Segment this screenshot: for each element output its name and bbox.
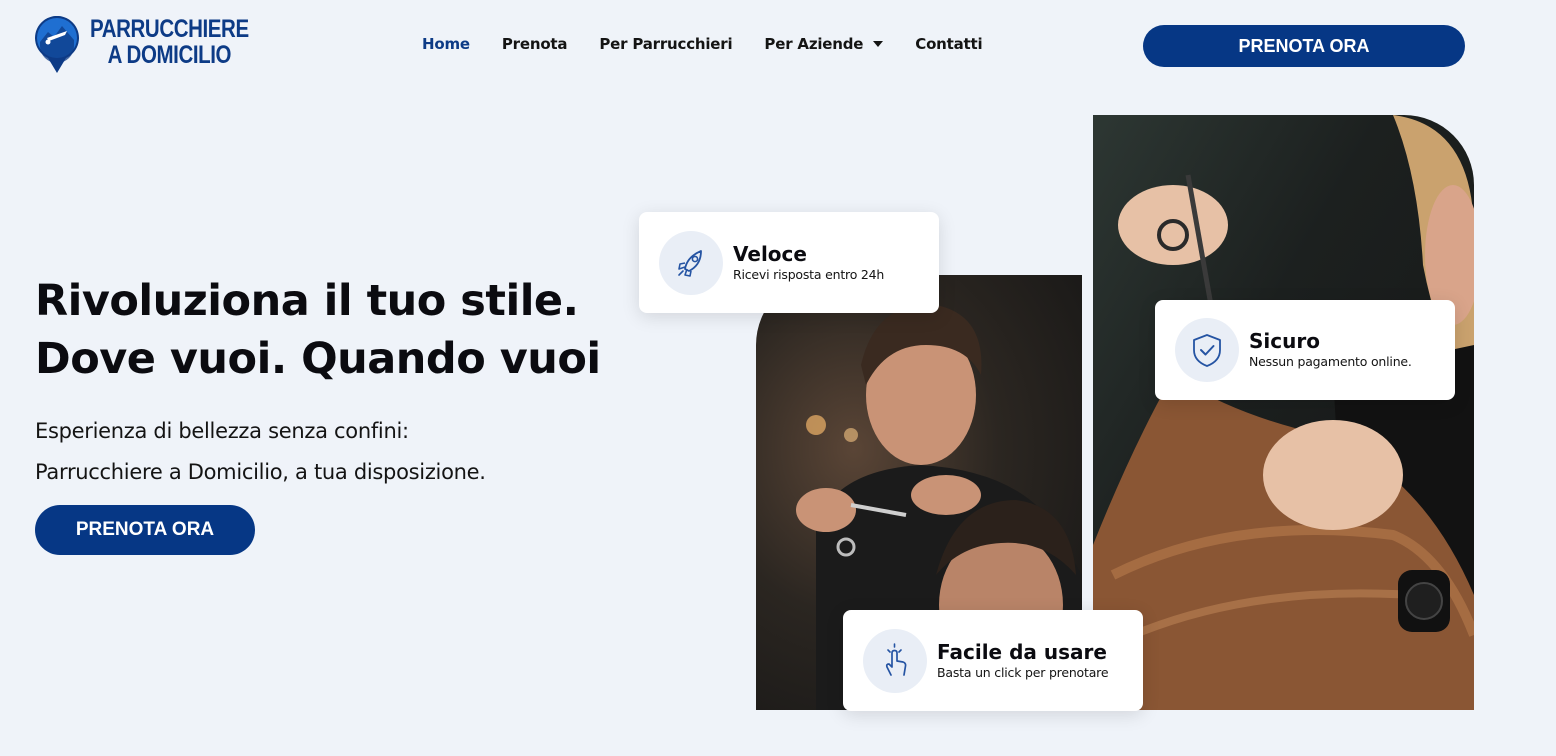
header-book-now-button[interactable]: PRENOTA ORA [1143, 25, 1465, 67]
feature-title: Facile da usare [937, 639, 1107, 664]
hero-subtitle-line-2: Parrucchiere a Domicilio, a tua disposiz… [35, 460, 486, 484]
chevron-down-icon [873, 41, 884, 47]
hero-title-line-1: Rivoluziona il tuo stile. [35, 276, 579, 326]
feature-title: Veloce [733, 241, 807, 266]
hero-title: Rivoluziona il tuo stile. Dove vuoi. Qua… [35, 272, 601, 388]
hero-title-line-2: Dove vuoi. Quando vuoi [35, 334, 601, 384]
feature-description: Ricevi risposta entro 24h [733, 266, 885, 282]
logo-line-2: A DOMICILIO [107, 41, 232, 69]
stylist-cutting-long-hair-photo [1093, 115, 1474, 710]
hand-click-icon [863, 628, 927, 693]
site-logo[interactable]: PARRUCCHIERE A DOMICILIO [34, 16, 284, 74]
feature-card-sicuro: Sicuro Nessun pagamento online. [1155, 300, 1455, 400]
location-pin-logo-icon [35, 16, 79, 73]
feature-card-veloce: Veloce Ricevi risposta entro 24h [639, 212, 939, 313]
feature-card-facile: Facile da usare Basta un click per preno… [843, 610, 1143, 711]
shield-check-icon [1175, 318, 1239, 382]
logo-line-1: PARRUCCHIERE [90, 15, 249, 43]
nav-per-aziende[interactable]: Per Aziende [764, 35, 884, 53]
nav-prenota[interactable]: Prenota [502, 35, 568, 53]
rocket-icon [659, 230, 723, 295]
nav-per-parrucchieri[interactable]: Per Parrucchieri [599, 35, 732, 53]
nav-home[interactable]: Home [422, 35, 470, 53]
logo-wordmark: PARRUCCHIERE A DOMICILIO [90, 16, 249, 68]
feature-description: Basta un click per prenotare [937, 664, 1109, 680]
hero-book-now-button[interactable]: PRENOTA ORA [35, 505, 255, 555]
nav-contatti[interactable]: Contatti [915, 35, 982, 53]
main-nav: Home Prenota Per Parrucchieri Per Aziend… [422, 35, 1014, 53]
hero-subtitle-line-1: Esperienza di bellezza senza confini: [35, 419, 409, 443]
feature-description: Nessun pagamento online. [1249, 354, 1412, 369]
feature-title: Sicuro [1249, 329, 1320, 353]
nav-per-aziende-label: Per Aziende [764, 35, 864, 53]
hero-subtitle: Esperienza di bellezza senza confini: Pa… [35, 411, 486, 493]
stylist-photo-illustration [1093, 115, 1474, 710]
